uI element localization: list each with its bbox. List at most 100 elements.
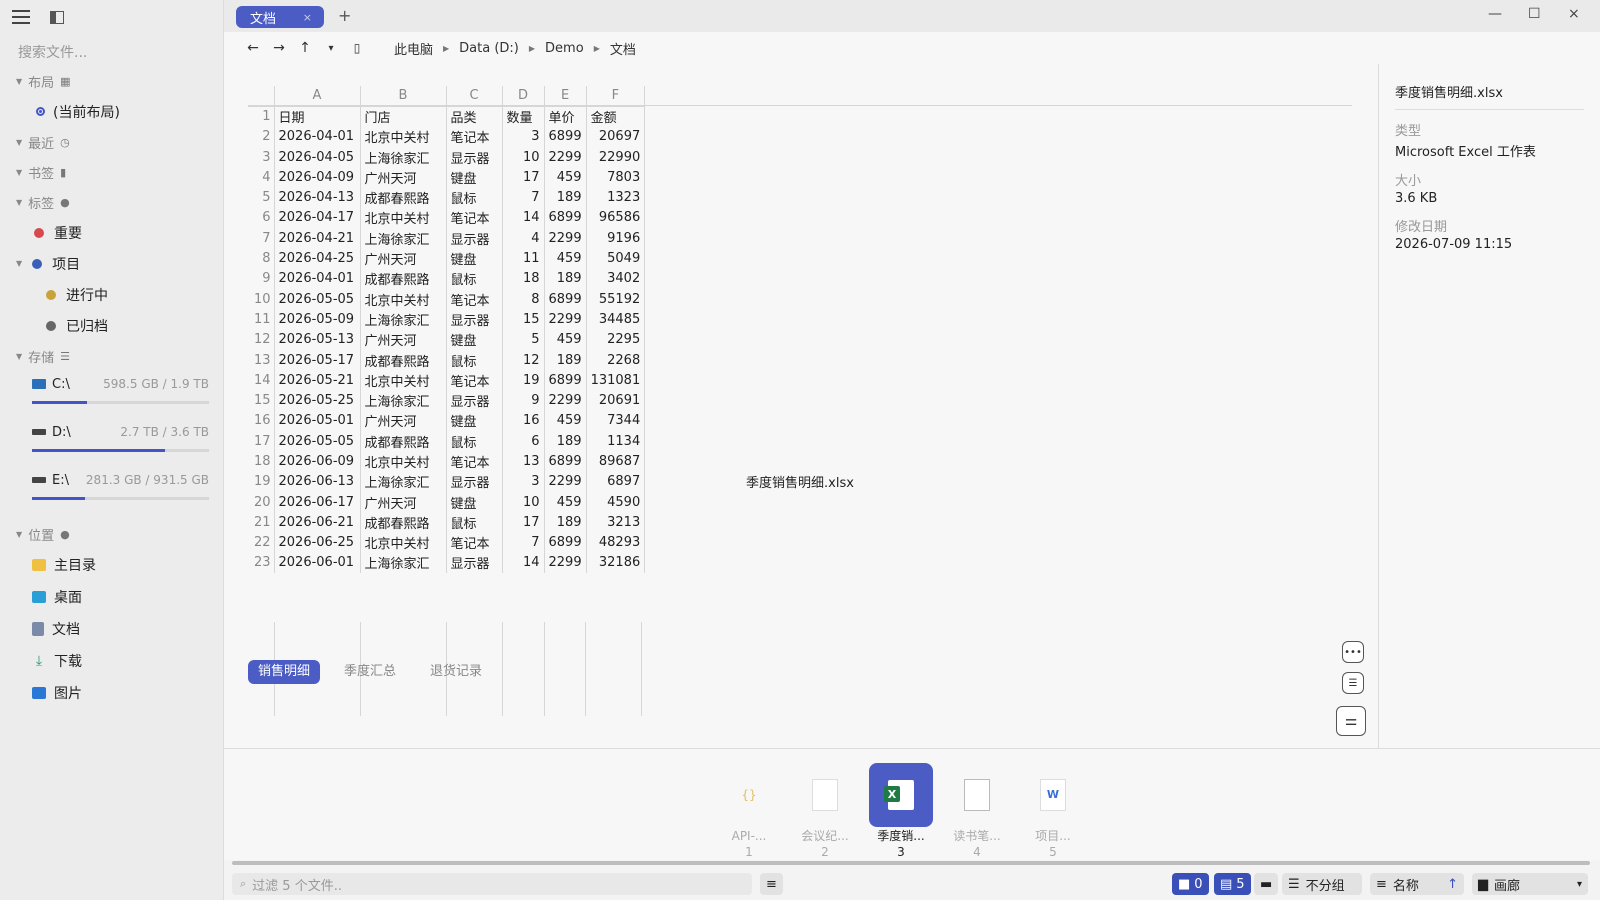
table-cell[interactable]: 北京中关村	[360, 370, 447, 391]
more-options-button[interactable]: •••	[1342, 641, 1364, 663]
table-cell[interactable]: 14	[502, 552, 545, 574]
table-cell[interactable]: 笔记本	[446, 451, 503, 472]
location-documents[interactable]: 文档	[0, 613, 223, 645]
table-cell[interactable]: 2026-06-21	[274, 512, 361, 533]
table-cell[interactable]: 上海徐家汇	[360, 228, 447, 249]
table-cell[interactable]: 鼠标	[446, 187, 503, 208]
section-recent[interactable]: ▼ 最近 ◷	[0, 127, 223, 157]
table-cell[interactable]: 显示器	[446, 390, 503, 411]
sheet-tab-returns[interactable]: 退货记录	[420, 660, 492, 684]
sidebar-search-input[interactable]: 搜索文件...	[18, 42, 223, 66]
tab-documents[interactable]: 文档 ×	[236, 6, 324, 28]
section-tags[interactable]: ▼ 标签 ●	[0, 187, 223, 217]
location-pictures[interactable]: 图片	[0, 677, 223, 709]
table-cell[interactable]: 键盘	[446, 410, 503, 432]
table-cell[interactable]: 7344	[586, 410, 646, 432]
table-cell[interactable]: 2026-06-01	[274, 552, 361, 574]
forward-button[interactable]: →	[266, 40, 292, 56]
row-number[interactable]: 10	[248, 288, 275, 310]
table-cell[interactable]: 459	[544, 329, 587, 350]
group-by-dropdown[interactable]: ☰ 不分组	[1282, 873, 1362, 895]
table-cell[interactable]: 2299	[544, 309, 587, 330]
toggle-sidebar-icon[interactable]	[50, 10, 64, 24]
table-cell[interactable]: 3213	[586, 512, 646, 533]
table-cell[interactable]: 广州天河	[360, 410, 447, 432]
table-cell[interactable]: 2026-06-13	[274, 471, 361, 492]
row-number[interactable]: 21	[248, 512, 275, 533]
table-cell[interactable]: 2299	[544, 228, 587, 249]
table-cell[interactable]: 2299	[544, 471, 587, 492]
table-cell[interactable]: 2026-04-17	[274, 207, 361, 229]
table-cell[interactable]: 11	[502, 248, 545, 269]
row-number[interactable]: 22	[248, 532, 275, 553]
table-cell[interactable]: 笔记本	[446, 532, 503, 553]
folders-count-badge[interactable]: ■ 0	[1172, 873, 1209, 895]
location-home[interactable]: 主目录	[0, 549, 223, 581]
table-cell[interactable]: 笔记本	[446, 207, 503, 229]
table-cell[interactable]: 459	[544, 491, 587, 513]
table-cell[interactable]: 6899	[544, 207, 587, 229]
back-button[interactable]: ←	[240, 40, 266, 56]
horizontal-scrollbar[interactable]	[232, 861, 1590, 865]
table-cell[interactable]: 2026-05-25	[274, 390, 361, 411]
table-cell[interactable]: 2026-06-25	[274, 532, 361, 553]
table-cell[interactable]: 16	[502, 410, 545, 432]
table-cell[interactable]: 20697	[586, 126, 646, 147]
table-cell[interactable]: 成都春熙路	[360, 349, 447, 371]
row-number[interactable]: 18	[248, 451, 275, 472]
table-cell[interactable]: 22990	[586, 146, 646, 168]
row-number[interactable]: 9	[248, 268, 275, 289]
table-cell[interactable]: 3	[502, 126, 545, 147]
tag-item-archived[interactable]: 已归档	[0, 310, 223, 341]
new-tab-button[interactable]: +	[338, 6, 351, 25]
column-header[interactable]: B	[360, 86, 447, 107]
table-cell[interactable]: 6	[502, 431, 545, 452]
table-cell[interactable]: 北京中关村	[360, 288, 447, 310]
table-cell[interactable]: 17	[502, 512, 545, 533]
table-cell[interactable]: 6897	[586, 471, 646, 492]
table-cell[interactable]: 15	[502, 309, 545, 330]
row-number[interactable]: 23	[248, 552, 275, 574]
section-bookmarks[interactable]: ▼ 书签 ▮	[0, 157, 223, 187]
table-cell[interactable]: 2299	[544, 390, 587, 411]
table-cell[interactable]: 7	[502, 532, 545, 553]
table-cell[interactable]: 笔记本	[446, 126, 503, 147]
row-number[interactable]: 6	[248, 207, 275, 229]
table-cell[interactable]: 键盘	[446, 248, 503, 269]
file-thumbnail-selected[interactable]: 季度销... 3	[868, 763, 934, 859]
row-number[interactable]: 14	[248, 370, 275, 391]
table-cell[interactable]: 13	[502, 451, 545, 472]
table-cell[interactable]: 5	[502, 329, 545, 350]
table-cell[interactable]: 广州天河	[360, 329, 447, 350]
close-window-button[interactable]: ×	[1568, 6, 1580, 22]
table-cell[interactable]: 北京中关村	[360, 126, 447, 147]
table-cell[interactable]: 2026-05-21	[274, 370, 361, 391]
table-cell[interactable]: 键盘	[446, 167, 503, 188]
table-cell[interactable]: 189	[544, 431, 587, 452]
table-cell[interactable]: 品类	[446, 106, 503, 127]
filter-input[interactable]: ⌕ 过滤 5 个文件..	[232, 873, 752, 895]
table-cell[interactable]: 鼠标	[446, 349, 503, 371]
table-cell[interactable]: 显示器	[446, 471, 503, 492]
table-cell[interactable]: 上海徐家汇	[360, 552, 447, 574]
table-cell[interactable]: 4590	[586, 491, 646, 513]
table-cell[interactable]: 广州天河	[360, 491, 447, 513]
table-cell[interactable]: 2026-05-13	[274, 329, 361, 350]
table-cell[interactable]: 上海徐家汇	[360, 390, 447, 411]
table-cell[interactable]: 3	[502, 471, 545, 492]
table-cell[interactable]: 55192	[586, 288, 646, 310]
row-number[interactable]: 3	[248, 146, 275, 168]
table-cell[interactable]: 显示器	[446, 146, 503, 168]
details-toggle-icon[interactable]: ☰	[1342, 672, 1364, 694]
table-cell[interactable]: 2026-04-13	[274, 187, 361, 208]
row-number[interactable]: 4	[248, 167, 275, 188]
table-cell[interactable]: 成都春熙路	[360, 431, 447, 452]
table-cell[interactable]: 459	[544, 248, 587, 269]
table-cell[interactable]: 2026-06-17	[274, 491, 361, 513]
table-cell[interactable]: 上海徐家汇	[360, 146, 447, 168]
table-cell[interactable]: 7803	[586, 167, 646, 188]
row-number[interactable]: 1	[248, 106, 275, 127]
table-cell[interactable]: 鼠标	[446, 512, 503, 533]
table-cell[interactable]: 96586	[586, 207, 646, 229]
settings-sliders-icon[interactable]: ⚌	[1336, 706, 1366, 736]
